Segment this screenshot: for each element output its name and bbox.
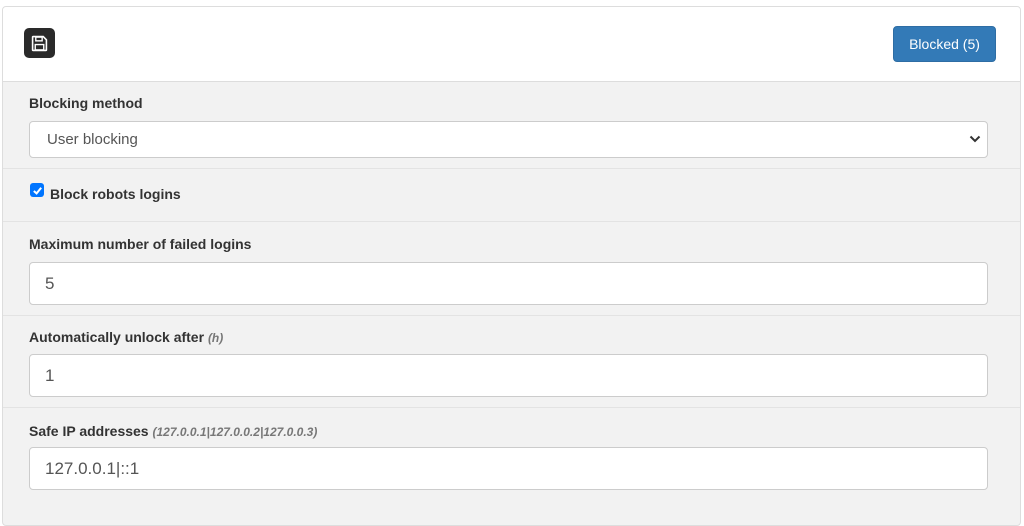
block-robots-label[interactable]: Block robots logins [50, 186, 181, 202]
blocking-method-value: User blocking [47, 131, 138, 148]
blocking-method-label: Blocking method [29, 95, 143, 111]
unlock-after-label-text: Automatically unlock after [29, 329, 205, 345]
unlock-after-hint: (h) [207, 331, 224, 345]
unlock-after-label: Automatically unlock after (h) [29, 329, 223, 345]
blocking-method-select[interactable]: User blocking [29, 121, 988, 158]
blocked-users-button[interactable]: Blocked (5) [893, 26, 996, 62]
safe-ip-input[interactable] [29, 447, 988, 490]
unlock-after-input[interactable] [29, 354, 988, 397]
max-failed-label: Maximum number of failed logins [29, 236, 252, 252]
safe-ip-label-text: Safe IP addresses [29, 423, 149, 439]
checkmark-icon [32, 186, 42, 195]
panel-toolbar: Blocked (5) [3, 7, 1020, 82]
save-button[interactable] [24, 28, 55, 58]
settings-panel: Blocked (5) Blocking method User blockin… [2, 6, 1021, 526]
block-robots-checkbox[interactable] [30, 183, 44, 197]
floppy-disk-icon [31, 35, 48, 51]
max-failed-input[interactable] [29, 262, 988, 305]
chevron-down-icon [969, 135, 981, 143]
safe-ip-label: Safe IP addresses (127.0.0.1|127.0.0.2|1… [29, 423, 317, 439]
safe-ip-hint: (127.0.0.1|127.0.0.2|127.0.0.3) [152, 425, 318, 439]
